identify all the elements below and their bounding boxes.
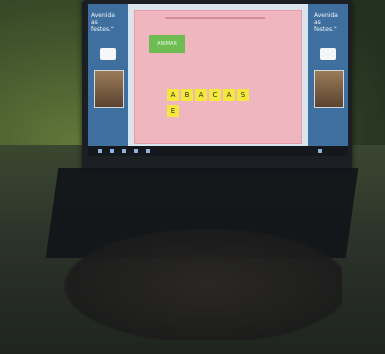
speech-bubble-icon[interactable]: [100, 48, 116, 60]
tray-icon[interactable]: [318, 149, 322, 153]
letter-tile[interactable]: B: [181, 89, 193, 101]
taskbar-app-icon[interactable]: [134, 149, 138, 153]
right-sidebar-text: Avenida as festes.": [314, 12, 338, 33]
letter-tile[interactable]: A: [167, 89, 179, 101]
taskbar-app-icon[interactable]: [110, 149, 114, 153]
start-icon[interactable]: [98, 149, 102, 153]
thumbnail-image[interactable]: [94, 70, 124, 108]
animate-button[interactable]: ANIMAR: [149, 35, 185, 53]
letter-tile[interactable]: A: [223, 89, 235, 101]
thumbnail-image[interactable]: [314, 70, 344, 108]
laptop-screen: Avenida as festes." ANIMAR A B A C A S E…: [88, 4, 348, 156]
taskbar-app-icon[interactable]: [146, 149, 150, 153]
letter-tile[interactable]: A: [195, 89, 207, 101]
right-sidebar: Avenida as festes.": [308, 4, 348, 146]
letters-area: A B A C A S E: [167, 89, 257, 119]
title-line: [165, 17, 265, 19]
letter-tile[interactable]: C: [209, 89, 221, 101]
taskbar: [88, 146, 348, 156]
activity-panel: ANIMAR A B A C A S E: [134, 10, 302, 144]
letter-tile[interactable]: S: [237, 89, 249, 101]
left-sidebar: Avenida as festes.": [88, 4, 128, 146]
taskbar-app-icon[interactable]: [122, 149, 126, 153]
left-sidebar-text: Avenida as festes.": [91, 12, 115, 33]
speech-bubble-icon[interactable]: [320, 48, 336, 60]
letter-tile[interactable]: E: [167, 105, 179, 117]
hands: [42, 220, 342, 340]
